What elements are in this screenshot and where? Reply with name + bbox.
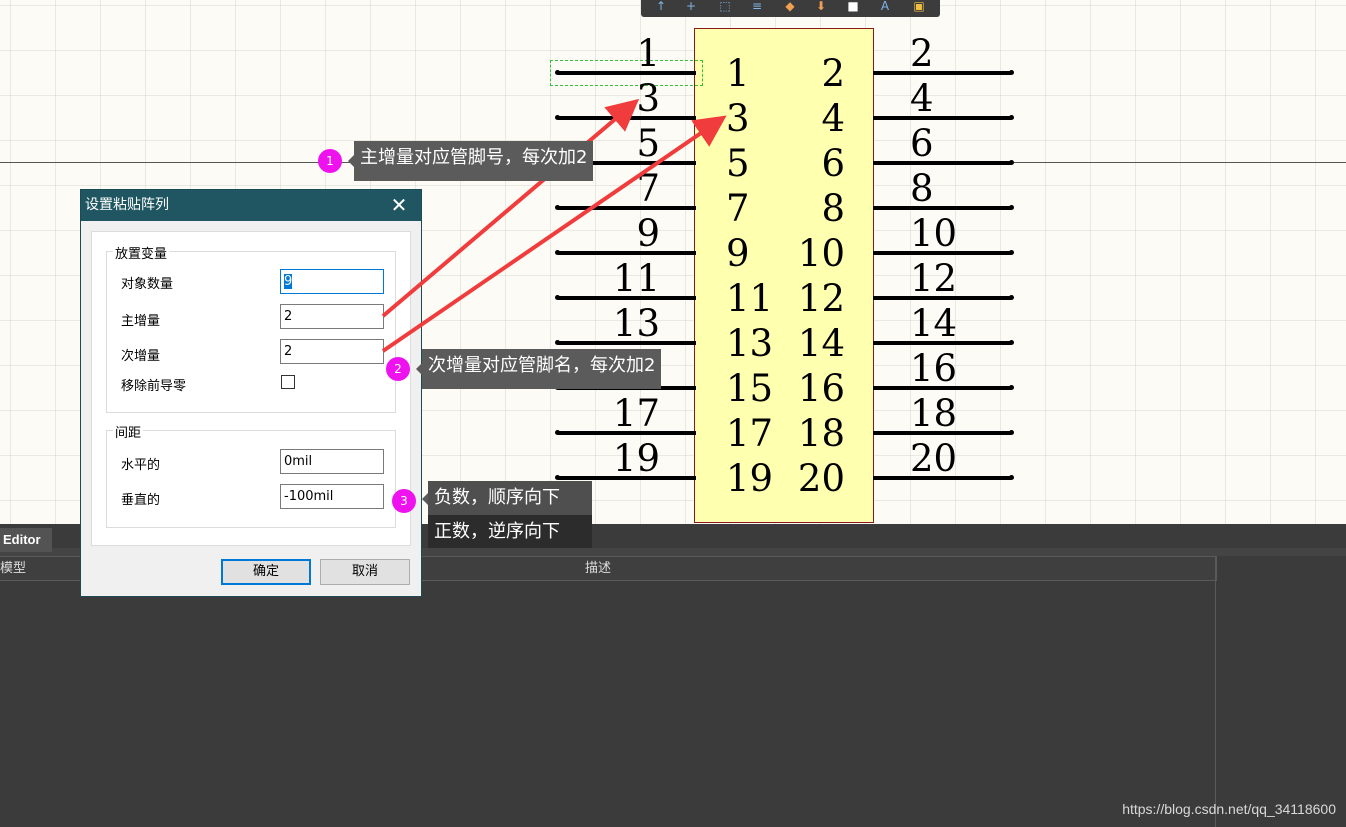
pin-number-right: 8 — [910, 167, 934, 210]
pin-name-right: 18 — [797, 412, 845, 455]
dialog-content: 放置变量 对象数量 9 主增量 2 次增量 2 移除前导零 间距 水平的 0mi… — [91, 231, 411, 546]
pin-name-left: 1 — [726, 52, 750, 95]
pin-name-left: 9 — [726, 232, 750, 275]
panel-divider — [1215, 556, 1216, 827]
pin-name-left: 19 — [726, 457, 774, 500]
paste-array-dialog: 设置粘贴阵列 ✕ 放置变量 对象数量 9 主增量 2 次增量 2 移除前导零 间… — [80, 189, 422, 597]
primary-increment-input[interactable]: 2 — [280, 304, 384, 329]
pin-name-left: 17 — [726, 412, 774, 455]
pin-right-4[interactable] — [873, 115, 1014, 120]
pin-number-left: 13 — [612, 302, 660, 345]
object-count-value: 9 — [284, 274, 293, 289]
pointer-icon[interactable]: ↑ — [651, 0, 671, 14]
pin-number-left: 11 — [612, 257, 660, 300]
pin-number-right: 10 — [910, 212, 958, 255]
pin-name-left: 5 — [726, 142, 750, 185]
pin-number-right: 4 — [910, 77, 934, 120]
object-count-input[interactable]: 9 — [280, 269, 384, 294]
watermark: https://blog.csdn.net/qq_34118600 — [1122, 801, 1336, 817]
schematic-toolbar: ↑ + ⬚ ≡ ◆ ⬇ ■ A ▣ — [641, 0, 940, 17]
remove-leading-zeros-label: 移除前导零 — [121, 379, 187, 394]
pin-number-right: 6 — [910, 122, 934, 165]
pin-name-right: 14 — [797, 322, 845, 365]
pin-number-left: 19 — [612, 437, 660, 480]
pin-name-right: 20 — [797, 457, 845, 500]
pin-number-right: 14 — [910, 302, 958, 345]
pin-number-left: 9 — [636, 212, 660, 255]
pin-name-right: 16 — [797, 367, 845, 410]
pin-right-8[interactable] — [873, 205, 1014, 210]
pin-number-left: 1 — [636, 32, 660, 75]
pin-name-left: 11 — [726, 277, 774, 320]
secondary-increment-input[interactable]: 2 — [280, 339, 384, 364]
pin-name-left: 13 — [726, 322, 774, 365]
pin-number-right: 12 — [910, 257, 958, 300]
ok-button[interactable]: 确定 — [221, 559, 311, 585]
dialog-title-bar[interactable]: 设置粘贴阵列 — [81, 190, 421, 221]
annotation-badge-1: 1 — [318, 149, 342, 173]
pin-name-left: 15 — [726, 367, 774, 410]
dialog-title: 设置粘贴阵列 — [85, 197, 169, 213]
pin-number-right: 18 — [910, 392, 958, 435]
group-label-placement: 放置变量 — [113, 243, 170, 262]
rectangle-icon[interactable]: ■ — [843, 0, 863, 14]
placement-variables-group: 放置变量 对象数量 9 主增量 2 次增量 2 移除前导零 — [106, 243, 396, 413]
annotation-tip-3-line1: 负数，顺序向下 — [422, 481, 592, 516]
vertical-label: 垂直的 — [121, 493, 161, 508]
annotation-tip-2: 次增量对应管脚名，每次加2 — [415, 349, 662, 389]
pin-right-2[interactable] — [873, 70, 1014, 75]
pin-number-left: 5 — [636, 122, 660, 165]
pin-name-left: 3 — [726, 97, 750, 140]
column-header-type[interactable]: 模型 — [0, 557, 26, 580]
text-icon[interactable]: A — [875, 0, 895, 14]
column-header-description[interactable]: 描述 — [585, 557, 611, 580]
pin-number-left: 17 — [612, 392, 660, 435]
vertical-spacing-input[interactable]: -100mil — [280, 484, 384, 509]
annotation-tip-1: 主增量对应管脚号，每次加2 — [347, 141, 594, 181]
spacing-group: 间距 水平的 0mil 垂直的 -100mil — [106, 422, 396, 528]
pin-number-right: 2 — [910, 32, 934, 75]
pin-number-left: 3 — [636, 77, 660, 120]
pin-number-left: 7 — [636, 167, 660, 210]
pin-name-right: 6 — [821, 142, 845, 185]
pin-name-right: 4 — [821, 97, 845, 140]
annotation-badge-2: 2 — [386, 357, 410, 381]
pin-number-right: 16 — [910, 347, 958, 390]
pin-name-right: 10 — [797, 232, 845, 275]
place-pin-icon[interactable]: ◆ — [780, 0, 800, 14]
horizontal-label: 水平的 — [121, 458, 161, 473]
horizontal-spacing-input[interactable]: 0mil — [280, 449, 384, 474]
annotation-badge-3: 3 — [392, 489, 416, 513]
remove-leading-zeros-checkbox[interactable] — [281, 375, 295, 389]
pin-number-right: 20 — [910, 437, 958, 480]
pin-name-right: 2 — [821, 52, 845, 95]
pin-name-right: 12 — [797, 277, 845, 320]
pin-name-left: 7 — [726, 187, 750, 230]
plus-icon[interactable]: + — [681, 0, 701, 14]
tab-editor[interactable]: Editor — [0, 528, 52, 552]
object-count-label: 对象数量 — [121, 277, 174, 292]
select-rect-icon[interactable]: ⬚ — [715, 0, 735, 14]
close-icon[interactable]: ✕ — [387, 193, 411, 217]
group-label-spacing: 间距 — [113, 422, 144, 441]
primary-increment-label: 主增量 — [121, 314, 161, 329]
annotation-tip-3-line2: 正数，逆序向下 — [428, 515, 592, 548]
component-icon[interactable]: ▣ — [909, 0, 929, 14]
align-icon[interactable]: ≡ — [747, 0, 767, 14]
pin-right-6[interactable] — [873, 160, 1014, 165]
pin-name-right: 8 — [821, 187, 845, 230]
secondary-increment-label: 次增量 — [121, 349, 161, 364]
cancel-button[interactable]: 取消 — [320, 559, 410, 585]
power-port-icon[interactable]: ⬇ — [811, 0, 831, 14]
